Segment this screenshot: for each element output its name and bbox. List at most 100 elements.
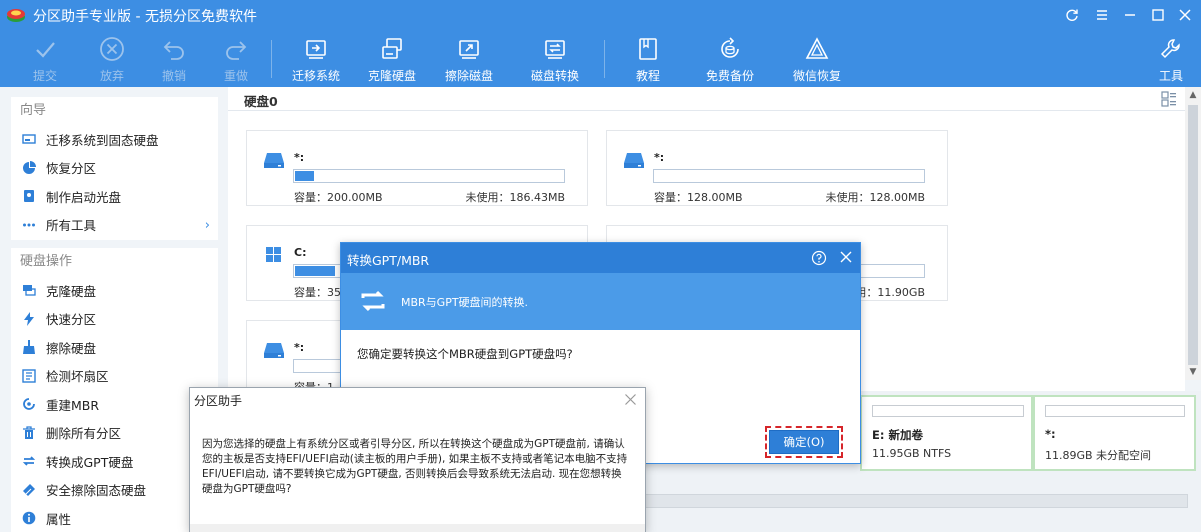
sidebar-item-properties[interactable]: 属性 [11,504,218,532]
tools-button[interactable]: 工具 [1157,34,1185,84]
capacity-text: 容量：128.00MB [654,191,743,204]
tools-label: 工具 [1158,69,1183,83]
vertical-scrollbar[interactable]: ▲ ▼ [1185,87,1201,380]
partition-card[interactable]: *: 容量：128.00MB 未使用：128.00MB [606,130,948,206]
sidebar-item-label: 检测坏扇区 [46,369,109,385]
guide-panel: 向导 迁移系统到固态硬盘 恢复分区 制作启动光盘 所有工具 › [11,97,218,240]
wechat-recovery-icon [805,37,829,59]
boot-disc-icon [22,189,36,203]
drive-icon [264,343,284,358]
help-icon[interactable] [811,250,827,266]
ok-button-highlight: 确定(O) [765,426,843,458]
capacity-text: 容量：200.00MB [294,191,383,204]
sidebar-item-quick-partition[interactable]: 快速分区 [11,305,218,334]
close-icon[interactable] [838,249,854,265]
refresh-icon[interactable] [1061,5,1083,25]
check-icon [36,42,55,58]
book-icon [639,38,657,60]
wechat-recovery-button[interactable]: 微信恢复 [793,34,841,84]
menu-icon[interactable] [1091,5,1113,25]
partition-block[interactable]: E: 新加卷 11.95GB NTFS [860,395,1033,471]
partition-block-detail: 11.95GB NTFS [872,447,952,460]
clone-disk-button[interactable]: 克隆硬盘 [368,34,416,84]
migrate-disk-icon [306,40,326,59]
free-backup-button[interactable]: 免费备份 [706,34,754,84]
disk-title: 硬盘0 [244,94,278,109]
partition-card[interactable]: *: 容量：200.00MB 未使用：186.43MB [246,130,588,206]
close-icon[interactable] [624,393,637,406]
cancel-circle-icon [100,37,124,61]
migrate-system-button[interactable]: 迁移系统 [292,34,340,84]
migrate-label: 迁移系统 [292,69,341,83]
ok-button[interactable]: 确定(O) [769,430,839,454]
undo-icon [163,41,184,60]
sidebar-item-boot-disc[interactable]: 制作启动光盘 [11,182,218,211]
sidebar-item-secure-erase-ssd[interactable]: 安全擦除固态硬盘 [11,476,218,505]
redo-button[interactable]: 重做 [219,34,253,84]
app-title: 分区助手专业版 - 无损分区免费软件 [33,9,257,25]
view-toggle-icon[interactable] [1161,91,1177,107]
partition-name: C: [294,246,307,259]
partition-block[interactable]: *: 11.89GB 未分配空间 [1033,395,1196,471]
scroll-up-icon[interactable]: ▲ [1185,87,1201,103]
discard-button[interactable]: 放弃 [95,34,129,84]
windows-icon [266,247,281,262]
sidebar-item-wipe-disk[interactable]: 擦除硬盘 [11,333,218,362]
sidebar-item-all-tools[interactable]: 所有工具 › [11,211,218,240]
toolbar-divider [604,40,605,78]
scrollbar-thumb[interactable] [1188,105,1198,365]
redo-label: 重做 [223,69,248,83]
capacity-text: 容量：35. [294,286,345,299]
sidebar-item-label: 所有工具 [46,218,97,234]
convert-label: 磁盘转换 [531,69,580,83]
maximize-icon[interactable] [1147,5,1169,25]
convert-dialog-titlebar: 转换GPT/MBR [341,243,860,273]
submit-button[interactable]: 提交 [28,34,62,84]
sidebar-item-migrate-ssd[interactable]: 迁移系统到固态硬盘 [11,125,218,154]
sidebar-item-label: 制作启动光盘 [46,189,122,205]
convert-arrows-icon [361,290,385,312]
sidebar-item-recover-partition[interactable]: 恢复分区 [11,154,218,183]
backup-icon [721,37,739,58]
scroll-down-icon[interactable]: ▼ [1185,364,1201,380]
drive-icon [264,153,284,168]
sidebar-item-rebuild-mbr[interactable]: 重建MBR [11,390,218,419]
partition-name: *: [654,151,665,164]
drive-icon [624,153,644,168]
warning-dialog-footer [190,524,645,532]
minimize-icon[interactable] [1119,5,1141,25]
tutorial-label: 教程 [635,69,660,83]
disk-operations-panel: 硬盘操作 克隆硬盘 快速分区 擦除硬盘 检测坏扇区 重建MBR 删除所有分区 转… [11,248,218,532]
free-space-text: 未使用：186.43MB [465,191,565,204]
close-icon[interactable] [1174,5,1196,25]
convert-dialog-banner-text: MBR与GPT硬盘间的转换. [401,296,529,309]
sidebar-item-label: 属性 [46,511,72,527]
disk-operations-heading: 硬盘操作 [20,254,73,269]
disk-convert-icon [545,40,565,59]
title-bar: 分区助手专业版 - 无损分区免费软件 [0,0,1201,30]
more-icon [22,218,36,232]
undo-button[interactable]: 撤销 [157,34,191,84]
sidebar-item-convert-gpt[interactable]: 转换成GPT硬盘 [11,447,218,476]
usage-bar [293,169,565,183]
sidebar-item-check-sector[interactable]: 检测坏扇区 [11,362,218,391]
sidebar-item-label: 转换成GPT硬盘 [46,454,134,470]
info-icon [22,511,36,525]
sidebar-item-delete-all-partitions[interactable]: 删除所有分区 [11,419,218,448]
warning-dialog: 分区助手 因为您选择的硬盘上有系统分区或者引导分区, 所以在转换这个硬盘成为GP… [189,387,646,532]
sidebar-item-label: 克隆硬盘 [46,283,97,299]
convert-icon [22,454,36,468]
convert-dialog-title: 转换GPT/MBR [347,253,430,268]
migrate-ssd-icon [22,132,36,146]
sidebar-item-clone-disk[interactable]: 克隆硬盘 [11,276,218,305]
tutorial-button[interactable]: 教程 [635,34,661,84]
partition-block-detail: 11.89GB 未分配空间 [1045,449,1152,462]
disk-convert-button[interactable]: 磁盘转换 [531,34,579,84]
wipe-label: 擦除磁盘 [445,69,494,83]
wipe-disk-button[interactable]: 擦除磁盘 [445,34,493,84]
recover-partition-icon [22,160,36,175]
undo-label: 撤销 [161,69,186,83]
wipe-disk-icon [459,40,479,59]
partition-block-bar [872,405,1024,417]
clone-disk-icon [22,283,36,297]
